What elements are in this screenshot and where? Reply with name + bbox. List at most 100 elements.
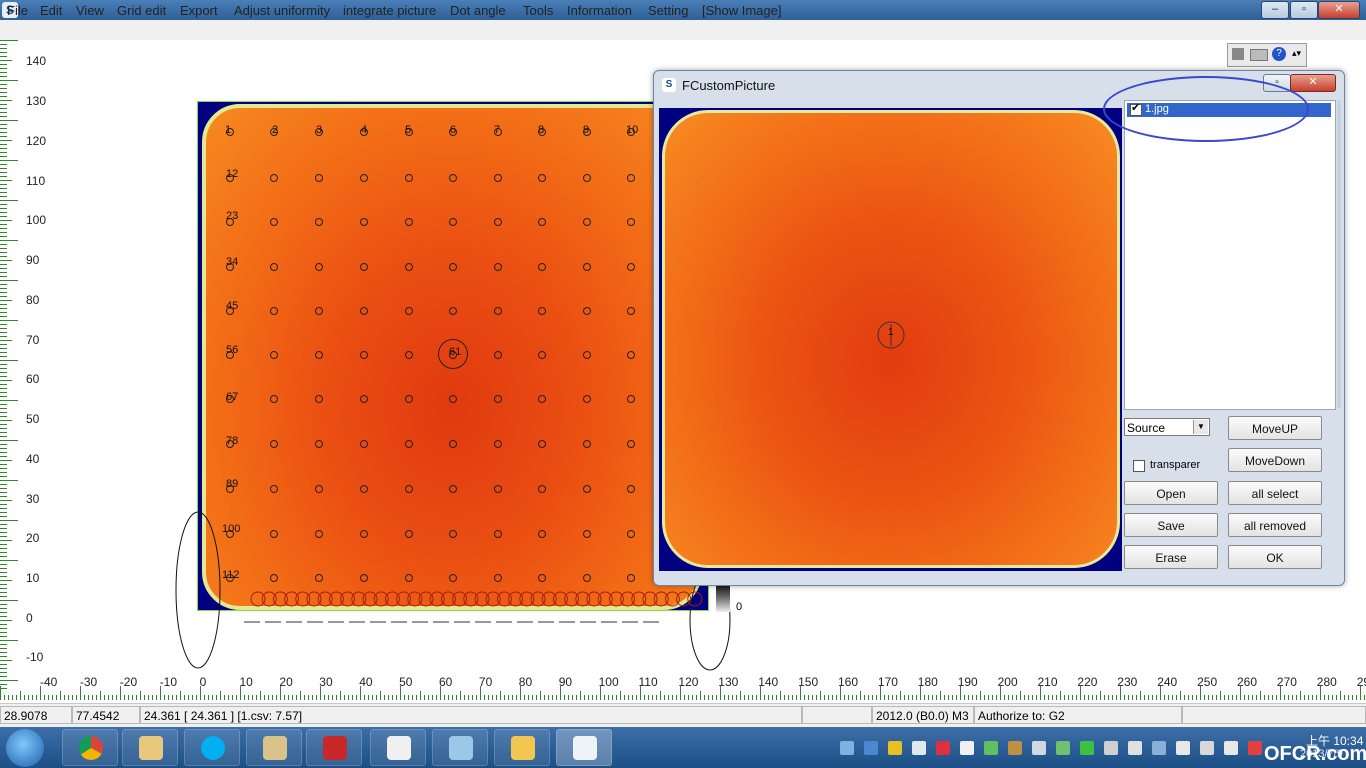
dialog-close-button[interactable]: ✕ bbox=[1290, 74, 1336, 92]
grid-dot[interactable] bbox=[583, 307, 591, 315]
taskbar-notes[interactable] bbox=[432, 729, 488, 766]
grid-dot[interactable] bbox=[270, 174, 278, 182]
grid-dot[interactable] bbox=[494, 351, 502, 359]
grid-dot[interactable] bbox=[494, 395, 502, 403]
tray-battery-icon[interactable] bbox=[1200, 741, 1214, 755]
grid-dot[interactable] bbox=[494, 174, 502, 182]
save-button[interactable]: Save bbox=[1124, 513, 1218, 537]
grid-dot[interactable] bbox=[583, 485, 591, 493]
grid-dot[interactable] bbox=[494, 218, 502, 226]
keyboard-icon[interactable] bbox=[1250, 49, 1268, 61]
menu-grid-edit[interactable]: Grid edit bbox=[117, 3, 166, 18]
grid-dot[interactable] bbox=[449, 440, 457, 448]
grid-dot[interactable] bbox=[538, 174, 546, 182]
grid-dot[interactable] bbox=[583, 174, 591, 182]
grid-dot[interactable] bbox=[449, 263, 457, 271]
grid-dot[interactable] bbox=[405, 440, 413, 448]
menu-edit[interactable]: Edit bbox=[40, 3, 62, 18]
grid-dot[interactable] bbox=[360, 174, 368, 182]
grid-dot[interactable] bbox=[538, 351, 546, 359]
scroll-arrows-icon[interactable]: ▴▾ bbox=[1292, 48, 1301, 59]
grid-dot[interactable] bbox=[405, 174, 413, 182]
tray-network-icon[interactable] bbox=[840, 741, 854, 755]
menu-view[interactable]: View bbox=[76, 3, 104, 18]
grid-dot[interactable] bbox=[360, 263, 368, 271]
tray-keyboard-icon[interactable] bbox=[1104, 741, 1118, 755]
grid-dot[interactable] bbox=[583, 263, 591, 271]
grid-dot[interactable] bbox=[270, 395, 278, 403]
grid-dot[interactable] bbox=[270, 485, 278, 493]
grid-dot[interactable] bbox=[449, 485, 457, 493]
tray-shield-icon[interactable] bbox=[864, 741, 878, 755]
maximize-button[interactable]: ▫ bbox=[1290, 1, 1318, 19]
all-select-button[interactable]: all select bbox=[1228, 481, 1322, 505]
tray-notes-icon[interactable] bbox=[888, 741, 902, 755]
grid-dot[interactable] bbox=[405, 395, 413, 403]
grid-dot[interactable] bbox=[270, 263, 278, 271]
menu-adjust-uniformity[interactable]: Adjust uniformity bbox=[234, 3, 330, 18]
menu-integrate-picture[interactable]: integrate picture bbox=[343, 3, 436, 18]
picture-list[interactable]: ✔ 1.jpg bbox=[1124, 100, 1336, 410]
taskbar-paint[interactable] bbox=[122, 729, 178, 766]
tray-volume-icon[interactable] bbox=[1224, 741, 1238, 755]
grid-dot[interactable] bbox=[627, 351, 635, 359]
grid-dot[interactable] bbox=[449, 395, 457, 403]
tray-pdf-icon[interactable] bbox=[960, 741, 974, 755]
minimize-button[interactable]: – bbox=[1261, 1, 1289, 19]
menu-file[interactable]: File bbox=[7, 3, 28, 18]
grid-dot[interactable] bbox=[538, 395, 546, 403]
grid-dot[interactable] bbox=[583, 218, 591, 226]
grid-dot[interactable] bbox=[270, 440, 278, 448]
ok-button[interactable]: OK bbox=[1228, 545, 1322, 569]
grid-dot[interactable] bbox=[627, 307, 635, 315]
grid-dot[interactable] bbox=[270, 218, 278, 226]
taskbar-chrome[interactable] bbox=[62, 729, 118, 766]
tray-app-icon[interactable] bbox=[936, 741, 950, 755]
help-icon[interactable]: ? bbox=[1272, 47, 1286, 61]
taskbar-autocad[interactable] bbox=[306, 729, 362, 766]
grid-dot[interactable] bbox=[360, 485, 368, 493]
grid-dot[interactable] bbox=[494, 485, 502, 493]
grid-dot[interactable] bbox=[360, 351, 368, 359]
list-scrollbar[interactable] bbox=[1337, 100, 1341, 408]
grid-dot[interactable] bbox=[583, 395, 591, 403]
all-removed-button[interactable]: all removed bbox=[1228, 513, 1322, 537]
grid-dot[interactable] bbox=[627, 174, 635, 182]
preview-image[interactable]: 1 bbox=[659, 108, 1122, 571]
tray-bluetooth-icon[interactable] bbox=[912, 741, 926, 755]
grid-dot[interactable] bbox=[405, 218, 413, 226]
grid-dot[interactable] bbox=[538, 440, 546, 448]
tray-check-icon[interactable] bbox=[1080, 741, 1094, 755]
taskbar-folder[interactable] bbox=[494, 729, 550, 766]
grid-dot[interactable] bbox=[270, 351, 278, 359]
grid-dot[interactable] bbox=[315, 395, 323, 403]
grid-dot[interactable] bbox=[583, 440, 591, 448]
menu-setting[interactable]: Setting bbox=[648, 3, 688, 18]
grid-dot[interactable] bbox=[315, 440, 323, 448]
grid-dot[interactable] bbox=[627, 395, 635, 403]
start-button[interactable] bbox=[6, 729, 44, 767]
grid-dot[interactable] bbox=[405, 351, 413, 359]
grid-dot[interactable] bbox=[627, 485, 635, 493]
grid-dot[interactable] bbox=[627, 440, 635, 448]
grid-dot[interactable] bbox=[538, 263, 546, 271]
grid-dot[interactable] bbox=[449, 218, 457, 226]
grid-dot[interactable] bbox=[360, 307, 368, 315]
open-button[interactable]: Open bbox=[1124, 481, 1218, 505]
grid-dot[interactable] bbox=[360, 218, 368, 226]
tray-network-off-icon[interactable] bbox=[1248, 741, 1262, 755]
grid-dot[interactable] bbox=[494, 307, 502, 315]
menu-show-image[interactable]: [Show Image] bbox=[702, 3, 782, 18]
grid-dot[interactable] bbox=[270, 307, 278, 315]
grid-dot[interactable] bbox=[360, 440, 368, 448]
move-down-button[interactable]: MoveDown bbox=[1228, 448, 1322, 472]
grid-dot[interactable] bbox=[405, 307, 413, 315]
grid-dot[interactable] bbox=[315, 174, 323, 182]
close-button[interactable]: ✕ bbox=[1318, 1, 1360, 19]
tray-printer-icon[interactable] bbox=[1128, 741, 1142, 755]
grid-dot[interactable] bbox=[494, 440, 502, 448]
grid-dot[interactable] bbox=[315, 307, 323, 315]
grid-dot[interactable] bbox=[315, 263, 323, 271]
menu-export[interactable]: Export bbox=[180, 3, 218, 18]
grid-dot[interactable] bbox=[494, 263, 502, 271]
